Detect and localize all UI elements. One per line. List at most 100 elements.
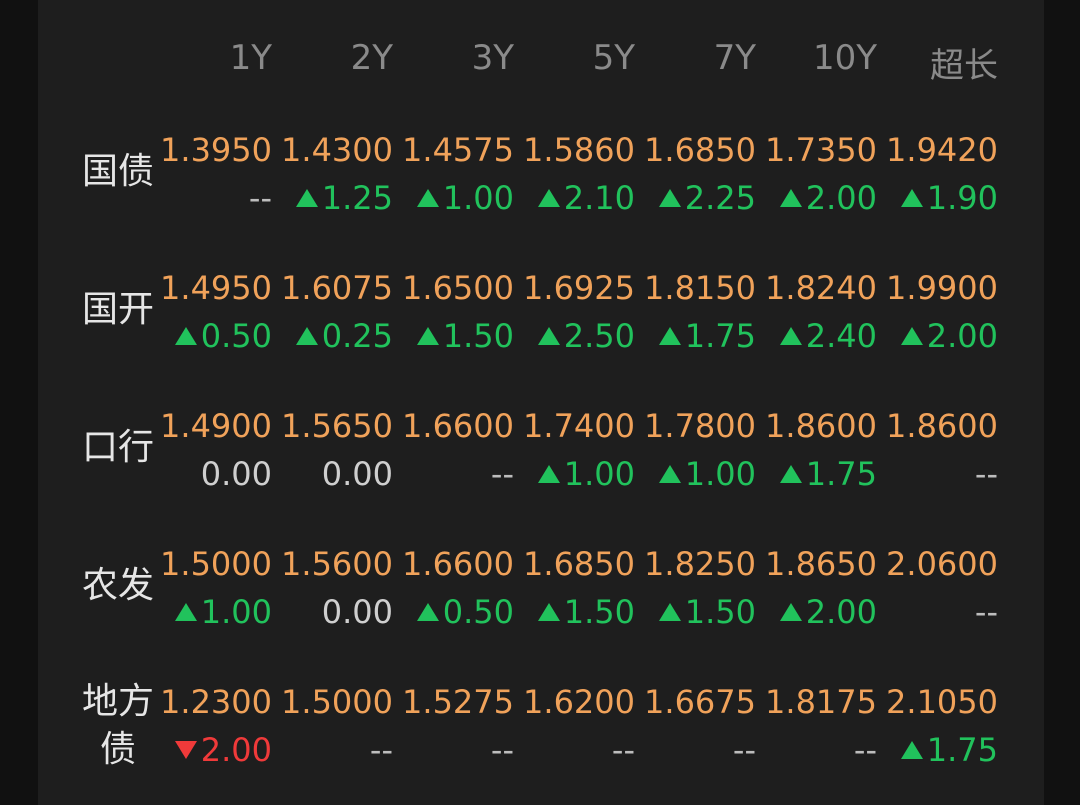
change-value: 0.00: [200, 455, 272, 493]
yield-change: --: [733, 728, 756, 772]
yield-change: 0.25: [295, 314, 393, 358]
yield-cell[interactable]: 1.6850 1.50: [514, 542, 635, 638]
yield-change: 1.50: [658, 590, 756, 634]
triangle-up-icon: [779, 465, 802, 483]
yield-cell[interactable]: 1.9420 1.90: [877, 128, 998, 224]
yield-cell[interactable]: 1.8250 1.50: [635, 542, 756, 638]
yield-rate: 1.9420: [886, 131, 998, 169]
yield-change: --: [491, 728, 514, 772]
yield-cell[interactable]: 1.6600 --: [393, 404, 514, 500]
column-header-2[interactable]: 3Y: [393, 38, 514, 88]
yield-change: --: [249, 176, 272, 220]
yield-change: 2.10: [537, 176, 635, 220]
yield-cell[interactable]: 1.4300 1.25: [272, 128, 393, 224]
change-value: 2.10: [563, 179, 635, 217]
column-header-5[interactable]: 10Y: [756, 38, 877, 88]
row-label[interactable]: 国债: [76, 148, 160, 196]
yield-rate: 1.9900: [886, 269, 998, 307]
row-label[interactable]: 口行: [76, 424, 160, 472]
column-header-6[interactable]: 超长: [877, 38, 998, 88]
triangle-up-icon: [537, 465, 560, 483]
yield-change: 0.00: [322, 452, 393, 496]
yield-rate: 1.3950: [160, 131, 272, 169]
yield-cell[interactable]: 1.6600 0.50: [393, 542, 514, 638]
yield-rate: 1.5275: [402, 683, 514, 721]
yield-cell[interactable]: 1.6200 --: [514, 680, 635, 776]
yield-cell[interactable]: 1.4950 0.50: [151, 266, 272, 362]
yield-cell[interactable]: 1.4900 0.00: [151, 404, 272, 500]
yield-cell[interactable]: 1.5600 0.00: [272, 542, 393, 638]
yield-rate: 1.6850: [644, 131, 756, 169]
yield-rate: 2.0600: [886, 545, 998, 583]
yield-cell[interactable]: 1.7400 1.00: [514, 404, 635, 500]
column-header-3[interactable]: 5Y: [514, 38, 635, 88]
change-value: --: [611, 731, 635, 769]
yield-cell[interactable]: 1.5000 --: [272, 680, 393, 776]
column-header-0[interactable]: 1Y: [151, 38, 272, 88]
yield-change: 1.90: [900, 176, 998, 220]
yield-change: 2.40: [779, 314, 877, 358]
change-value: 1.25: [321, 179, 393, 217]
yield-rate: 1.5650: [281, 407, 393, 445]
yield-rate: 1.6600: [402, 407, 514, 445]
change-value: 1.75: [805, 455, 877, 493]
yield-cell[interactable]: 2.1050 1.75: [877, 680, 998, 776]
yield-rate: 1.7350: [765, 131, 877, 169]
change-value: 0.50: [442, 593, 514, 631]
yield-cell[interactable]: 1.6850 2.25: [635, 128, 756, 224]
change-value: 0.50: [200, 317, 272, 355]
yield-change: --: [975, 590, 998, 634]
yield-cell[interactable]: 1.9900 2.00: [877, 266, 998, 362]
row-label[interactable]: 国开: [76, 286, 160, 334]
yield-cell[interactable]: 1.4575 1.00: [393, 128, 514, 224]
yield-cell[interactable]: 1.5275 --: [393, 680, 514, 776]
yield-change: 2.00: [900, 314, 998, 358]
yield-cell[interactable]: 1.5650 0.00: [272, 404, 393, 500]
yield-change: 0.50: [416, 590, 514, 634]
yield-cell[interactable]: 1.5860 2.10: [514, 128, 635, 224]
row-label[interactable]: 农发: [76, 562, 160, 610]
yield-cell[interactable]: 1.2300 2.00: [151, 680, 272, 776]
change-value: --: [974, 593, 998, 631]
change-value: 1.00: [200, 593, 272, 631]
yield-rate: 1.5860: [523, 131, 635, 169]
yield-cell[interactable]: 1.6075 0.25: [272, 266, 393, 362]
column-header-1[interactable]: 2Y: [272, 38, 393, 88]
yield-rate: 1.8250: [644, 545, 756, 583]
yield-cell[interactable]: 1.8600 1.75: [756, 404, 877, 500]
change-value: 2.50: [563, 317, 635, 355]
yield-cell[interactable]: 1.8175 --: [756, 680, 877, 776]
yield-cell[interactable]: 1.6925 2.50: [514, 266, 635, 362]
triangle-up-icon: [658, 603, 681, 621]
yield-rate: 1.8600: [886, 407, 998, 445]
yield-rate: 1.2300: [160, 683, 272, 721]
yield-cell[interactable]: 1.8600 --: [877, 404, 998, 500]
change-value: --: [732, 731, 756, 769]
yield-rate: 2.1050: [886, 683, 998, 721]
triangle-up-icon: [537, 603, 560, 621]
yield-cell[interactable]: 1.8240 2.40: [756, 266, 877, 362]
yield-cell[interactable]: 1.3950 --: [151, 128, 272, 224]
yield-cell[interactable]: 1.8150 1.75: [635, 266, 756, 362]
triangle-up-icon: [174, 327, 197, 345]
yield-change: 2.25: [658, 176, 756, 220]
yield-rate: 1.6850: [523, 545, 635, 583]
yield-rate: 1.7800: [644, 407, 756, 445]
yield-cell[interactable]: 1.7800 1.00: [635, 404, 756, 500]
yield-cell[interactable]: 1.6675 --: [635, 680, 756, 776]
change-value: 1.50: [563, 593, 635, 631]
change-value: 1.00: [563, 455, 635, 493]
yield-cell[interactable]: 2.0600 --: [877, 542, 998, 638]
yield-rate: 1.6200: [523, 683, 635, 721]
yield-rate: 1.5000: [281, 683, 393, 721]
yield-cell[interactable]: 1.5000 1.00: [151, 542, 272, 638]
row-label[interactable]: 地方债: [76, 678, 160, 774]
yield-cell[interactable]: 1.8650 2.00: [756, 542, 877, 638]
triangle-up-icon: [779, 189, 802, 207]
yield-cell[interactable]: 1.6500 1.50: [393, 266, 514, 362]
column-header-4[interactable]: 7Y: [635, 38, 756, 88]
change-value: 0.00: [321, 593, 393, 631]
triangle-up-icon: [537, 327, 560, 345]
triangle-up-icon: [295, 327, 318, 345]
yield-cell[interactable]: 1.7350 2.00: [756, 128, 877, 224]
